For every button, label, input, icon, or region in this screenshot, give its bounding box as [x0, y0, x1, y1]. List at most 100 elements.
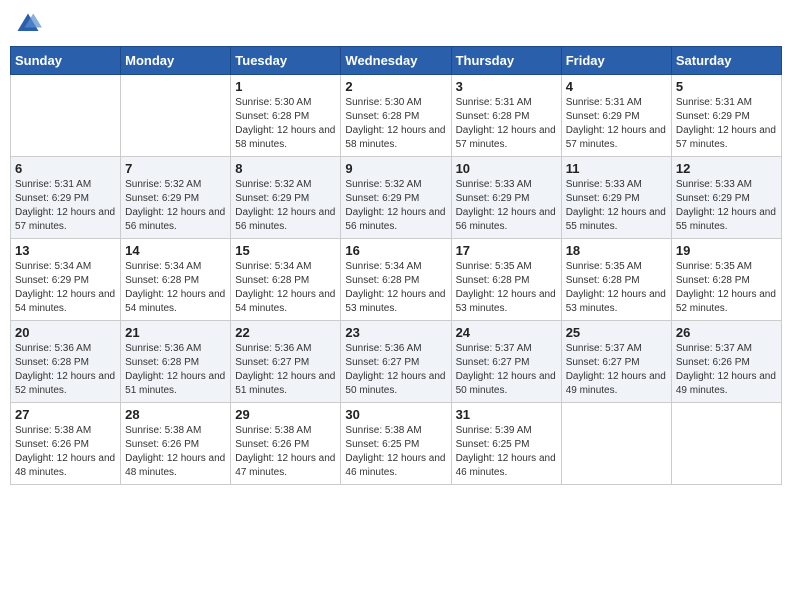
day-info: Sunrise: 5:34 AMSunset: 6:29 PMDaylight:…: [15, 260, 116, 316]
calendar-cell: 31 Sunrise: 5:39 AMSunset: 6:25 PMDayligh…: [451, 403, 561, 485]
day-number: 29: [235, 407, 336, 422]
day-number: 28: [125, 407, 226, 422]
calendar-cell: 18 Sunrise: 5:35 AMSunset: 6:28 PMDayligh…: [561, 239, 671, 321]
day-info: Sunrise: 5:36 AMSunset: 6:28 PMDaylight:…: [15, 342, 116, 398]
calendar-cell: 15 Sunrise: 5:34 AMSunset: 6:28 PMDayligh…: [231, 239, 341, 321]
day-number: 23: [345, 325, 446, 340]
day-info: Sunrise: 5:39 AMSunset: 6:25 PMDaylight:…: [456, 424, 557, 480]
day-info: Sunrise: 5:32 AMSunset: 6:29 PMDaylight:…: [235, 178, 336, 234]
calendar-cell: 25 Sunrise: 5:37 AMSunset: 6:27 PMDayligh…: [561, 321, 671, 403]
calendar-cell: 16Sunrise: 5:34 AMSunset: 6:28 PMDayligh…: [341, 239, 451, 321]
day-info: Sunrise: 5:38 AMSunset: 6:26 PMDaylight:…: [15, 424, 116, 480]
day-info: Sunrise: 5:31 AMSunset: 6:29 PMDaylight:…: [566, 96, 667, 152]
day-info: Sunrise: 5:31 AMSunset: 6:29 PMDaylight:…: [15, 178, 116, 234]
day-number: 1: [235, 79, 336, 94]
day-info: Sunrise: 5:35 AMSunset: 6:28 PMDaylight:…: [456, 260, 557, 316]
calendar-cell: 3 Sunrise: 5:31 AMSunset: 6:28 PMDaylight…: [451, 75, 561, 157]
calendar-table: SundayMondayTuesdayWednesdayThursdayFrid…: [10, 46, 782, 485]
day-info: Sunrise: 5:38 AMSunset: 6:26 PMDaylight:…: [235, 424, 336, 480]
day-number: 6: [15, 161, 116, 176]
calendar-cell: 17Sunrise: 5:35 AMSunset: 6:28 PMDayligh…: [451, 239, 561, 321]
day-info: Sunrise: 5:33 AMSunset: 6:29 PMDaylight:…: [676, 178, 777, 234]
calendar-cell: 22 Sunrise: 5:36 AMSunset: 6:27 PMDayligh…: [231, 321, 341, 403]
day-number: 4: [566, 79, 667, 94]
calendar-cell: 8 Sunrise: 5:32 AMSunset: 6:29 PMDaylight…: [231, 157, 341, 239]
calendar-cell: [121, 75, 231, 157]
day-info: Sunrise: 5:36 AMSunset: 6:27 PMDaylight:…: [345, 342, 446, 398]
day-number: 18: [566, 243, 667, 258]
calendar-cell: 7 Sunrise: 5:32 AMSunset: 6:29 PMDaylight…: [121, 157, 231, 239]
weekday-header-wednesday: Wednesday: [341, 47, 451, 75]
day-info: Sunrise: 5:30 AMSunset: 6:28 PMDaylight:…: [345, 96, 446, 152]
day-number: 10: [456, 161, 557, 176]
calendar-cell: 13 Sunrise: 5:34 AMSunset: 6:29 PMDayligh…: [11, 239, 121, 321]
weekday-header-friday: Friday: [561, 47, 671, 75]
day-number: 11: [566, 161, 667, 176]
day-info: Sunrise: 5:31 AMSunset: 6:29 PMDaylight:…: [676, 96, 777, 152]
calendar-cell: 4 Sunrise: 5:31 AMSunset: 6:29 PMDaylight…: [561, 75, 671, 157]
calendar-cell: 9 Sunrise: 5:32 AMSunset: 6:29 PMDaylight…: [341, 157, 451, 239]
day-number: 8: [235, 161, 336, 176]
calendar-cell: 20 Sunrise: 5:36 AMSunset: 6:28 PMDayligh…: [11, 321, 121, 403]
day-info: Sunrise: 5:34 AMSunset: 6:28 PMDaylight:…: [125, 260, 226, 316]
day-info: Sunrise: 5:34 AMSunset: 6:28 PMDaylight:…: [235, 260, 336, 316]
day-info: Sunrise: 5:37 AMSunset: 6:27 PMDaylight:…: [566, 342, 667, 398]
day-info: Sunrise: 5:32 AMSunset: 6:29 PMDaylight:…: [345, 178, 446, 234]
weekday-header-sunday: Sunday: [11, 47, 121, 75]
calendar-cell: 5 Sunrise: 5:31 AMSunset: 6:29 PMDaylight…: [671, 75, 781, 157]
calendar-cell: 24 Sunrise: 5:37 AMSunset: 6:27 PMDayligh…: [451, 321, 561, 403]
calendar-cell: 27 Sunrise: 5:38 AMSunset: 6:26 PMDayligh…: [11, 403, 121, 485]
calendar-cell: [11, 75, 121, 157]
day-number: 14: [125, 243, 226, 258]
calendar-cell: 23 Sunrise: 5:36 AMSunset: 6:27 PMDayligh…: [341, 321, 451, 403]
day-info: Sunrise: 5:38 AMSunset: 6:25 PMDaylight:…: [345, 424, 446, 480]
day-info: Sunrise: 5:37 AMSunset: 6:27 PMDaylight:…: [456, 342, 557, 398]
calendar-cell: [561, 403, 671, 485]
calendar-cell: 21 Sunrise: 5:36 AMSunset: 6:28 PMDayligh…: [121, 321, 231, 403]
day-info: Sunrise: 5:35 AMSunset: 6:28 PMDaylight:…: [566, 260, 667, 316]
calendar-cell: 2 Sunrise: 5:30 AMSunset: 6:28 PMDaylight…: [341, 75, 451, 157]
day-info: Sunrise: 5:38 AMSunset: 6:26 PMDaylight:…: [125, 424, 226, 480]
weekday-header-saturday: Saturday: [671, 47, 781, 75]
day-number: 13: [15, 243, 116, 258]
logo-icon: [14, 10, 42, 38]
day-number: 15: [235, 243, 336, 258]
day-number: 19: [676, 243, 777, 258]
weekday-header-thursday: Thursday: [451, 47, 561, 75]
calendar-cell: 28 Sunrise: 5:38 AMSunset: 6:26 PMDayligh…: [121, 403, 231, 485]
day-info: Sunrise: 5:32 AMSunset: 6:29 PMDaylight:…: [125, 178, 226, 234]
day-number: 27: [15, 407, 116, 422]
day-info: Sunrise: 5:36 AMSunset: 6:28 PMDaylight:…: [125, 342, 226, 398]
day-info: Sunrise: 5:36 AMSunset: 6:27 PMDaylight:…: [235, 342, 336, 398]
calendar-cell: 11 Sunrise: 5:33 AMSunset: 6:29 PMDayligh…: [561, 157, 671, 239]
day-number: 25: [566, 325, 667, 340]
day-number: 5: [676, 79, 777, 94]
calendar-cell: 14 Sunrise: 5:34 AMSunset: 6:28 PMDayligh…: [121, 239, 231, 321]
day-number: 20: [15, 325, 116, 340]
weekday-header-monday: Monday: [121, 47, 231, 75]
day-number: 12: [676, 161, 777, 176]
calendar-cell: 10 Sunrise: 5:33 AMSunset: 6:29 PMDayligh…: [451, 157, 561, 239]
day-info: Sunrise: 5:37 AMSunset: 6:26 PMDaylight:…: [676, 342, 777, 398]
calendar-cell: 26Sunrise: 5:37 AMSunset: 6:26 PMDayligh…: [671, 321, 781, 403]
logo: [14, 10, 46, 38]
calendar-cell: [671, 403, 781, 485]
day-number: 24: [456, 325, 557, 340]
day-number: 31: [456, 407, 557, 422]
calendar-cell: 19 Sunrise: 5:35 AMSunset: 6:28 PMDayligh…: [671, 239, 781, 321]
day-number: 2: [345, 79, 446, 94]
weekday-header-tuesday: Tuesday: [231, 47, 341, 75]
calendar-cell: 6 Sunrise: 5:31 AMSunset: 6:29 PMDaylight…: [11, 157, 121, 239]
calendar-cell: 29 Sunrise: 5:38 AMSunset: 6:26 PMDayligh…: [231, 403, 341, 485]
day-number: 9: [345, 161, 446, 176]
calendar-cell: 30 Sunrise: 5:38 AMSunset: 6:25 PMDayligh…: [341, 403, 451, 485]
day-number: 7: [125, 161, 226, 176]
day-number: 22: [235, 325, 336, 340]
day-info: Sunrise: 5:33 AMSunset: 6:29 PMDaylight:…: [456, 178, 557, 234]
day-info: Sunrise: 5:35 AMSunset: 6:28 PMDaylight:…: [676, 260, 777, 316]
day-info: Sunrise: 5:31 AMSunset: 6:28 PMDaylight:…: [456, 96, 557, 152]
day-number: 3: [456, 79, 557, 94]
day-info: Sunrise: 5:33 AMSunset: 6:29 PMDaylight:…: [566, 178, 667, 234]
day-number: 21: [125, 325, 226, 340]
day-number: 30: [345, 407, 446, 422]
